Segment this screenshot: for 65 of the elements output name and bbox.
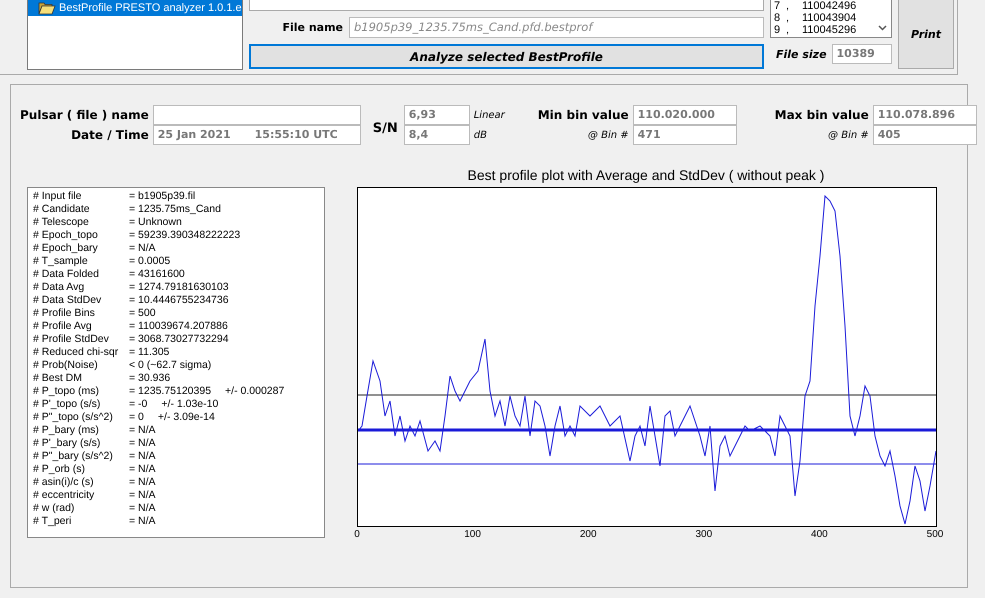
- bin-list-item[interactable]: 8 , 110043904: [774, 12, 856, 24]
- header-info-line: # T_peri = N/A: [33, 515, 157, 528]
- header-info-line: # Epoch_bary = N/A: [33, 242, 157, 255]
- tree-item[interactable]: BestProfile PRESTO analyzer 1.0.1.e: [28, 0, 242, 16]
- header-info-line: # asin(i)/c (s) = N/A: [33, 476, 157, 489]
- analyze-button[interactable]: Analyze selected BestProfile: [249, 44, 764, 69]
- header-info-line: # P"_topo (s/s^2) = 0 +/- 3.09e-14: [33, 411, 216, 424]
- bin-list-item[interactable]: 7 , 110042496: [774, 0, 856, 12]
- bin-number-field: 471: [632, 125, 737, 145]
- header-info-line: # P_bary (ms) = N/A: [33, 424, 157, 437]
- bin-value-field: 110.020.000: [632, 105, 737, 125]
- bin-value-label: Max bin value: [774, 108, 869, 122]
- scroll-down-icon[interactable]: [878, 25, 887, 31]
- header-info-line: # Data Avg = 1274.79181630103: [33, 281, 230, 294]
- header-info-line: # P_orb (s) = N/A: [33, 463, 157, 476]
- bin-value-label: Min bin value: [538, 108, 629, 122]
- header-info-line: # Best DM = 30.936: [33, 372, 172, 385]
- folder-icon: [38, 1, 56, 15]
- header-info-line: # Data StdDev = 10.4446755234736: [33, 294, 230, 307]
- header-info-line: # Profile Bins = 500: [33, 307, 157, 320]
- path-field[interactable]: [249, 0, 764, 11]
- x-tick-label: 100: [464, 529, 481, 540]
- bin-list-item[interactable]: 9 , 110045296: [774, 24, 856, 36]
- date-time-field: 25 Jan 2021 15:55:10 UTC: [152, 125, 361, 145]
- file-name-field[interactable]: b1905p39_1235.75ms_Cand.pfd.bestprof: [349, 17, 764, 38]
- x-tick-label: 200: [580, 529, 597, 540]
- x-tick-label: 500: [926, 529, 944, 540]
- bin-number-field: 405: [872, 125, 977, 145]
- header-info-line: # P'_bary (s/s) = N/A: [33, 437, 157, 450]
- bin-number-label: @ Bin #: [586, 130, 629, 140]
- date-time-label: Date / Time: [70, 128, 149, 142]
- header-info-box[interactable]: [27, 187, 325, 538]
- header-info-line: # Reduced chi-sqr = 11.305: [33, 346, 170, 359]
- x-tick-label: 400: [811, 529, 828, 540]
- sn-label: S/N: [372, 120, 398, 136]
- header-info-line: # Profile StdDev = 3068.73027732294: [33, 333, 230, 346]
- unit-label: Linear: [474, 110, 506, 120]
- header-info-line: # Telescope = Unknown: [33, 216, 183, 229]
- unit-label: dB: [474, 130, 488, 140]
- chart-title: Best profile plot with Average and StdDev ( without peak ): [466, 167, 826, 185]
- header-info-line: # Epoch_topo = 59239.390348222223: [33, 229, 242, 242]
- header-info-line: # P'_topo (s/s) = -0 +/- 1.03e-10: [33, 398, 220, 411]
- file-size-label: File size: [776, 48, 827, 60]
- header-info-line: # Candidate = 1235.75ms_Cand: [33, 203, 222, 216]
- x-tick-label: 0: [354, 529, 360, 540]
- file-tree[interactable]: BestProfile PRESTO analyzer 1.0.1.e: [27, 0, 243, 70]
- sn-db-field: 8,4: [404, 125, 470, 145]
- header-info-line: # Input file = b1905p39.fil: [33, 190, 196, 203]
- print-button[interactable]: Print: [898, 0, 954, 69]
- bin-number-label: @ Bin #: [827, 130, 869, 140]
- x-tick-label: 300: [695, 529, 712, 540]
- file-name-label: File name: [282, 21, 343, 34]
- header-info-line: # Profile Avg = 110039674.207886: [33, 320, 229, 333]
- header-info-line: # T_sample = 0.0005: [33, 255, 172, 268]
- bin-value-field: 110.078.896: [872, 105, 977, 125]
- pulsar-name-label: Pulsar ( file ) name: [20, 108, 149, 122]
- sn-linear-field: 6,93: [404, 105, 470, 125]
- header-info-line: # Data Folded = 43161600: [33, 268, 186, 281]
- header-info-line: # eccentricity = N/A: [33, 489, 157, 502]
- file-size-field: 10389: [832, 44, 892, 64]
- header-info-line: # P_topo (ms) = 1235.75120395 +/- 0.000287: [33, 385, 286, 398]
- header-info-line: # P"_bary (s/s^2) = N/A: [33, 450, 157, 463]
- bin-list[interactable]: 7 , 110042496 8 , 110043904 9 , 110045296: [770, 0, 892, 38]
- header-info-line: # w (rad) = N/A: [33, 502, 157, 515]
- header-info-line: # Prob(Noise) < 0 (~62.7 sigma): [33, 359, 212, 372]
